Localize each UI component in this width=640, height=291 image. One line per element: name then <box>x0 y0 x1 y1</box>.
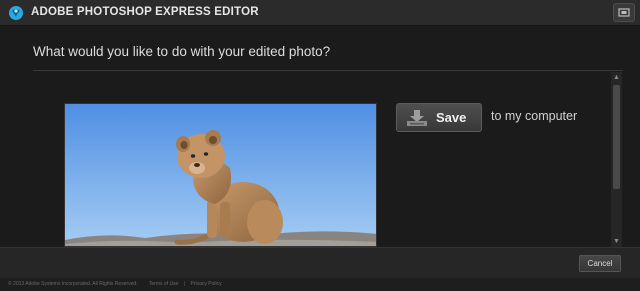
terms-of-use-link[interactable]: Terms of Use <box>149 281 178 287</box>
dialog-panel: What would you like to do with your edit… <box>0 26 640 247</box>
edited-photo-preview <box>64 103 377 247</box>
scrollbar-thumb[interactable] <box>613 85 620 189</box>
fullscreen-button[interactable] <box>613 3 635 22</box>
save-button-label: Save <box>436 110 467 125</box>
options-scroll-area: Save to my computer <box>33 72 623 247</box>
download-tray-icon <box>407 110 427 126</box>
scroll-up-icon[interactable]: ▲ <box>611 72 622 83</box>
vertical-scrollbar[interactable]: ▲ ▼ <box>611 72 622 247</box>
cancel-button[interactable]: Cancel <box>579 255 621 272</box>
save-destination-text: to my computer <box>491 109 578 123</box>
dialog-footer: Cancel <box>0 247 640 278</box>
scroll-down-icon[interactable]: ▼ <box>611 236 622 247</box>
lion-cub-photo <box>65 104 376 246</box>
title-bar: ADOBE PHOTOSHOP EXPRESS EDITOR <box>0 0 640 26</box>
legal-footer: © 2013 Adobe Systems Incorporated. All R… <box>8 281 232 287</box>
save-button[interactable]: Save <box>396 103 482 132</box>
fullscreen-icon <box>618 8 630 17</box>
divider <box>33 70 623 71</box>
dialog-question: What would you like to do with your edit… <box>33 44 331 59</box>
footer-separator: | <box>183 281 186 287</box>
copyright-text: © 2013 Adobe Systems Incorporated. All R… <box>8 281 138 287</box>
photoshop-express-logo-icon <box>9 6 23 20</box>
app-title: ADOBE PHOTOSHOP EXPRESS EDITOR <box>31 6 259 18</box>
privacy-policy-link[interactable]: Privacy Policy <box>190 281 221 287</box>
